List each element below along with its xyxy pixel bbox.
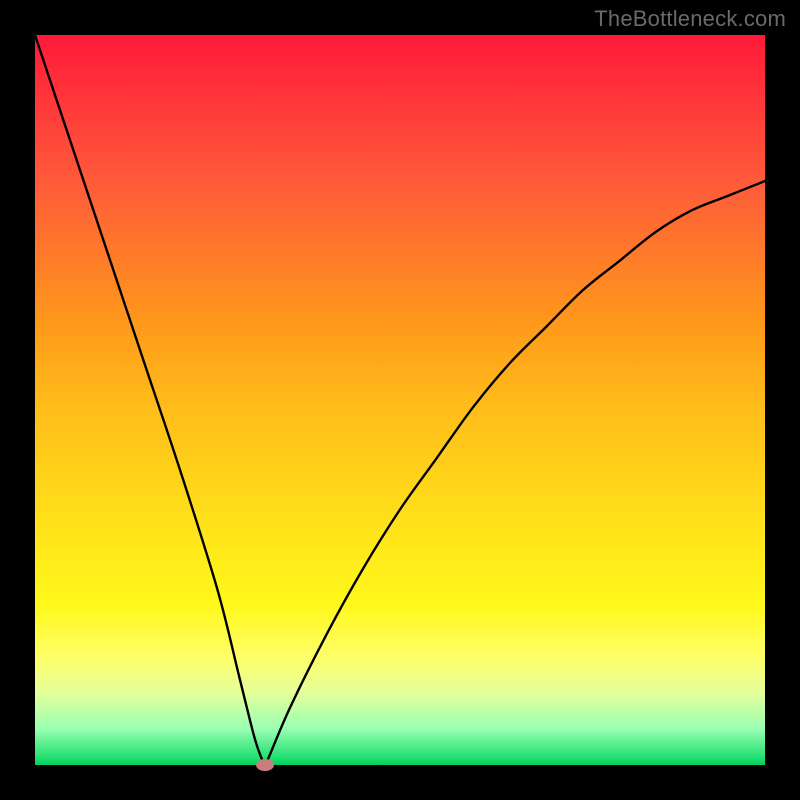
- bottleneck-curve: [35, 35, 765, 765]
- chart-frame: TheBottleneck.com: [0, 0, 800, 800]
- minimum-marker: [256, 759, 274, 771]
- watermark-text: TheBottleneck.com: [594, 6, 786, 32]
- plot-area: [35, 35, 765, 765]
- curve-svg: [35, 35, 765, 765]
